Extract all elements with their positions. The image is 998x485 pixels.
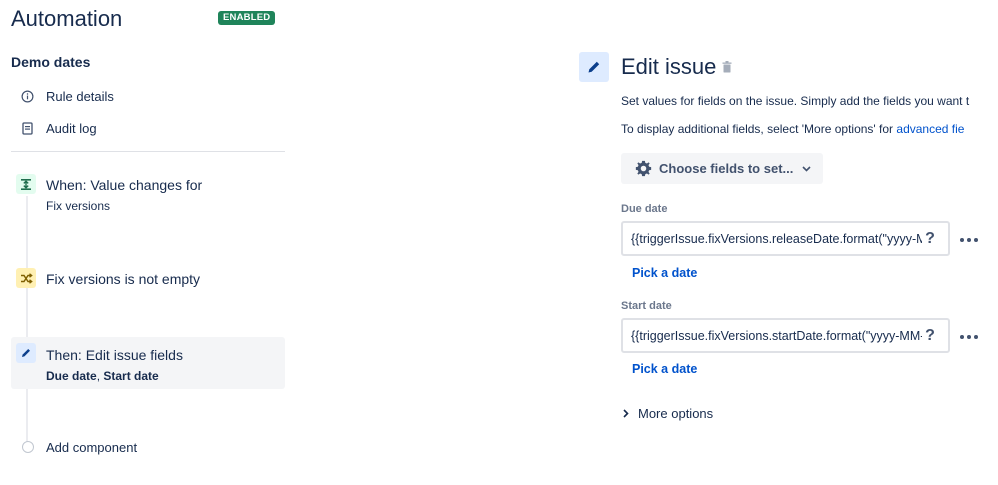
nav-item-label: Audit log <box>46 120 97 136</box>
editor-description: Set values for fields on the issue. Simp… <box>621 94 970 108</box>
trigger-icon <box>16 174 36 194</box>
field-label-due-date: Due date <box>621 203 668 215</box>
due-date-input[interactable]: {{triggerIssue.fixVersions.releaseDate.f… <box>621 221 950 256</box>
more-options-toggle[interactable]: More options <box>623 406 713 421</box>
status-badge: ENABLED <box>218 11 276 25</box>
start-date-value: {{triggerIssue.fixVersions.startDate.for… <box>631 328 922 343</box>
more-actions-icon[interactable] <box>960 238 978 242</box>
step-subtitle-field: Start date <box>103 369 159 383</box>
editor-title: Edit issue <box>621 54 717 79</box>
more-options-label: More options <box>638 406 714 421</box>
description-text: To display additional fields, select 'Mo… <box>621 122 897 136</box>
divider <box>11 151 285 152</box>
nav-item-rule-details[interactable]: Rule details <box>20 86 114 106</box>
rule-timeline-line <box>26 196 28 442</box>
trash-icon[interactable] <box>722 60 732 78</box>
pick-a-date-link[interactable]: Pick a date <box>632 362 697 376</box>
step-title[interactable]: Then: Edit issue fields <box>46 347 183 363</box>
more-actions-icon[interactable] <box>960 335 978 339</box>
chevron-right-icon <box>623 409 629 418</box>
document-icon <box>20 121 34 135</box>
nav-item-label: Rule details <box>46 88 114 104</box>
pick-a-date-link[interactable]: Pick a date <box>632 266 697 280</box>
step-subtitle-field: Due date <box>46 369 97 383</box>
rule-step-condition[interactable] <box>16 268 36 288</box>
field-label-start-date: Start date <box>621 300 672 312</box>
info-icon <box>20 89 34 103</box>
edit-pencil-icon <box>16 343 36 363</box>
add-component-dot-icon <box>22 441 34 453</box>
nav-item-audit-log[interactable]: Audit log <box>20 118 97 138</box>
rule-step-trigger[interactable] <box>16 174 36 194</box>
chevron-down-icon <box>802 165 811 172</box>
condition-shuffle-icon <box>16 268 36 288</box>
rule-name: Demo dates <box>11 54 91 70</box>
step-title[interactable]: Fix versions is not empty <box>46 271 200 287</box>
step-subtitle: Due date, Start date <box>46 369 159 383</box>
rule-step-action-icon-wrap <box>16 343 36 363</box>
gear-icon <box>635 160 652 177</box>
choose-fields-button[interactable]: Choose fields to set... <box>621 153 823 184</box>
edit-action-icon <box>579 52 609 82</box>
page-title: Automation <box>11 6 123 31</box>
choose-fields-label: Choose fields to set... <box>659 161 794 176</box>
add-component-link[interactable]: Add component <box>46 440 137 455</box>
help-icon[interactable]: ? <box>922 230 938 247</box>
step-subtitle: Fix versions <box>46 199 111 213</box>
start-date-input[interactable]: {{triggerIssue.fixVersions.startDate.for… <box>621 318 950 353</box>
help-icon[interactable]: ? <box>922 327 938 344</box>
step-title[interactable]: When: Value changes for <box>46 177 202 193</box>
advanced-fields-link[interactable]: advanced fie <box>896 122 964 136</box>
due-date-value: {{triggerIssue.fixVersions.releaseDate.f… <box>631 231 922 246</box>
editor-description-advanced: To display additional fields, select 'Mo… <box>621 122 964 136</box>
